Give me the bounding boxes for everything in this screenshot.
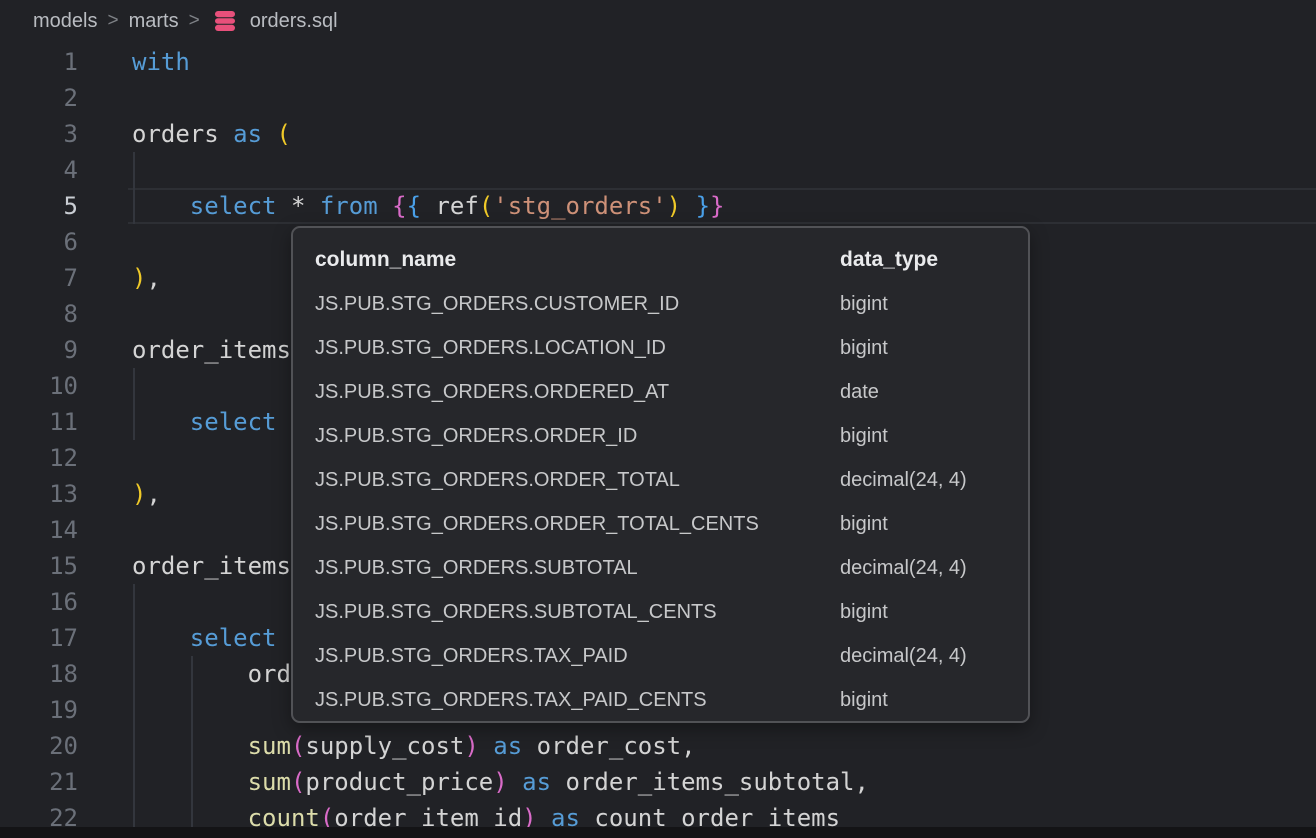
code-line[interactable]: 21 sum(product_price) as order_items_sub…	[0, 764, 1316, 800]
line-number[interactable]: 10	[0, 368, 78, 404]
line-number[interactable]: 13	[0, 476, 78, 512]
line-number[interactable]: 21	[0, 764, 78, 800]
popup-cell-column-name: JS.PUB.STG_ORDERS.ORDER_TOTAL	[315, 458, 840, 502]
popup-header-data-type: data_type	[840, 238, 1028, 282]
popup-cell-data-type: decimal(24, 4)	[840, 458, 1028, 502]
line-number[interactable]: 1	[0, 44, 78, 80]
breadcrumb-separator: >	[107, 10, 118, 32]
popup-cell-data-type: bigint	[840, 590, 1028, 634]
line-number[interactable]: 15	[0, 548, 78, 584]
popup-header-column-name: column_name	[315, 238, 840, 282]
code-text	[78, 224, 132, 260]
code-text	[78, 512, 132, 548]
code-line[interactable]: 4	[0, 152, 1316, 188]
line-number[interactable]: 16	[0, 584, 78, 620]
popup-cell-data-type: date	[840, 370, 1028, 414]
code-line[interactable]: 2	[0, 80, 1316, 116]
database-icon	[212, 8, 238, 34]
popup-cell-data-type: bigint	[840, 502, 1028, 546]
popup-cell-column-name: JS.PUB.STG_ORDERS.TAX_PAID_CENTS	[315, 678, 840, 722]
code-text: select * from {{ ref('stg_orders') }}	[78, 188, 724, 224]
line-number[interactable]: 5	[0, 188, 78, 224]
code-text	[78, 368, 132, 404]
popup-cell-data-type: bigint	[840, 414, 1028, 458]
code-text: select	[78, 404, 277, 440]
code-line[interactable]: 20 sum(supply_cost) as order_cost,	[0, 728, 1316, 764]
popup-cell-column-name: JS.PUB.STG_ORDERS.CUSTOMER_ID	[315, 282, 840, 326]
code-text: sum(product_price) as order_items_subtot…	[78, 764, 869, 800]
code-text: orders as (	[78, 116, 291, 152]
line-number[interactable]: 6	[0, 224, 78, 260]
breadcrumb: models > marts > orders.sql	[33, 8, 338, 34]
line-number[interactable]: 14	[0, 512, 78, 548]
breadcrumb-item-filename[interactable]: orders.sql	[250, 10, 338, 33]
popup-cell-column-name: JS.PUB.STG_ORDERS.TAX_PAID	[315, 634, 840, 678]
breadcrumb-item-models[interactable]: models	[33, 10, 97, 33]
line-number[interactable]: 9	[0, 332, 78, 368]
line-number[interactable]: 20	[0, 728, 78, 764]
popup-cell-data-type: decimal(24, 4)	[840, 634, 1028, 678]
line-number[interactable]: 19	[0, 692, 78, 728]
code-line[interactable]: 5 select * from {{ ref('stg_orders') }}	[0, 188, 1316, 224]
line-number[interactable]: 17	[0, 620, 78, 656]
code-line[interactable]: 3orders as (	[0, 116, 1316, 152]
popup-cell-data-type: bigint	[840, 678, 1028, 722]
popup-cell-column-name: JS.PUB.STG_ORDERS.SUBTOTAL	[315, 546, 840, 590]
column-info-popup: column_name data_type JS.PUB.STG_ORDERS.…	[291, 226, 1030, 723]
line-number[interactable]: 18	[0, 656, 78, 692]
popup-cell-data-type: bigint	[840, 282, 1028, 326]
line-number[interactable]: 11	[0, 404, 78, 440]
line-number[interactable]: 2	[0, 80, 78, 116]
popup-cell-column-name: JS.PUB.STG_ORDERS.LOCATION_ID	[315, 326, 840, 370]
code-text: select	[78, 620, 277, 656]
breadcrumb-item-marts[interactable]: marts	[129, 10, 179, 33]
popup-cell-data-type: decimal(24, 4)	[840, 546, 1028, 590]
code-text: order_items	[78, 332, 291, 368]
line-number[interactable]: 12	[0, 440, 78, 476]
code-text	[78, 584, 132, 620]
popup-cell-column-name: JS.PUB.STG_ORDERS.ORDER_ID	[315, 414, 840, 458]
column-info-table: column_name data_type JS.PUB.STG_ORDERS.…	[293, 238, 1028, 722]
code-text: ),	[78, 260, 161, 296]
line-number[interactable]: 8	[0, 296, 78, 332]
code-text	[78, 440, 132, 476]
line-number[interactable]: 4	[0, 152, 78, 188]
code-text: sum(supply_cost) as order_cost,	[78, 728, 696, 764]
code-line[interactable]: 1with	[0, 44, 1316, 80]
breadcrumb-separator: >	[189, 10, 200, 32]
code-text: ord	[78, 656, 291, 692]
code-text	[78, 692, 132, 728]
code-text	[78, 80, 132, 116]
code-text: ),	[78, 476, 161, 512]
popup-cell-column-name: JS.PUB.STG_ORDERS.ORDER_TOTAL_CENTS	[315, 502, 840, 546]
line-number[interactable]: 3	[0, 116, 78, 152]
panel-divider	[0, 827, 1316, 838]
code-text	[78, 152, 132, 188]
popup-cell-column-name: JS.PUB.STG_ORDERS.SUBTOTAL_CENTS	[315, 590, 840, 634]
line-number[interactable]: 7	[0, 260, 78, 296]
code-text: with	[78, 44, 190, 80]
popup-cell-data-type: bigint	[840, 326, 1028, 370]
code-text	[78, 296, 132, 332]
popup-cell-column-name: JS.PUB.STG_ORDERS.ORDERED_AT	[315, 370, 840, 414]
code-text: order_items	[78, 548, 291, 584]
